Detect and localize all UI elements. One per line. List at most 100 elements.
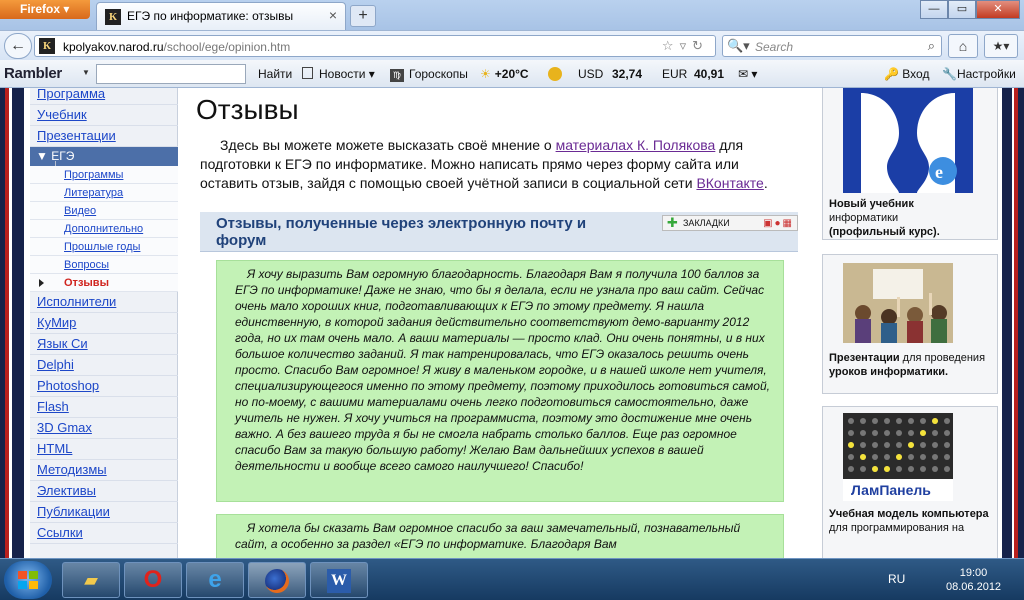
nav-item-flash[interactable]: Flash bbox=[30, 397, 178, 418]
window-close-button[interactable]: ✕ bbox=[976, 0, 1020, 19]
current-item-arrow-icon bbox=[39, 279, 44, 287]
url-bar[interactable]: К kpolyakov.narod.ru/school/ege/opinion.… bbox=[34, 35, 716, 57]
new-tab-button[interactable]: + bbox=[350, 5, 376, 27]
firefox-menu-button[interactable]: Firefox ▾ bbox=[0, 0, 90, 19]
rambler-search-input[interactable] bbox=[96, 64, 246, 84]
system-tray: RU 19:00 08.06.2012 bbox=[880, 559, 1024, 600]
nav-item-textbook[interactable]: Учебник bbox=[30, 105, 178, 126]
eur-label: EUR bbox=[662, 67, 688, 81]
lampanel-logo-image: ЛамПанель bbox=[843, 413, 953, 501]
nav-item-delphi[interactable]: Delphi bbox=[30, 355, 178, 376]
url-favicon-icon: К bbox=[39, 38, 55, 54]
main-column: Отзывы Здесь вы можете можете высказать … bbox=[186, 88, 814, 558]
folder-icon: ▰ bbox=[84, 570, 98, 590]
nav-item-html[interactable]: HTML bbox=[30, 439, 178, 460]
dropdown-arrow-icon[interactable]: ▿ bbox=[680, 38, 693, 53]
minimize-button[interactable]: — bbox=[920, 0, 948, 19]
intro-paragraph: Здесь вы можете можете высказать своё мн… bbox=[200, 137, 768, 191]
nav-item-photoshop[interactable]: Photoshop bbox=[30, 376, 178, 397]
taskbar-word-button[interactable]: W bbox=[310, 562, 368, 598]
taskbar-opera-button[interactable]: O bbox=[124, 562, 182, 598]
rambler-news-button[interactable]: Новости ▾ bbox=[302, 67, 375, 81]
classroom-photo-image bbox=[843, 263, 953, 343]
windows-logo-icon bbox=[18, 571, 38, 589]
review-card: Я хотела бы сказать Вам огромное спасибо… bbox=[216, 514, 784, 558]
right-column: e Новый учебник информатики (профильный ку… bbox=[822, 88, 998, 558]
card3-caption: Учебная модель компьютера для программир… bbox=[829, 508, 989, 534]
search-bar[interactable]: 🔍▾ Search ⌕ bbox=[722, 35, 942, 57]
bookmarks-menu-button[interactable]: ★▾ bbox=[984, 34, 1018, 58]
bookmarks-share-button[interactable]: ✚ ЗАКЛАДКИ ▣●▦ bbox=[662, 215, 798, 231]
wrench-icon: 🔧 bbox=[942, 67, 957, 81]
bookmark-star-icon[interactable]: ☆ bbox=[662, 38, 680, 53]
rambler-horoscopes-button[interactable]: ♍ Гороскопы bbox=[390, 67, 468, 82]
rambler-logo[interactable]: Rambler bbox=[4, 65, 62, 82]
nav-sub-reviews-current[interactable]: Отзывы bbox=[30, 274, 178, 292]
decorative-frame-left bbox=[0, 88, 24, 558]
title-bar: Firefox ▾ К ЕГЭ по информатике: отзывы ×… bbox=[0, 0, 1024, 30]
promo-card-lampanel[interactable]: ЛамПанель Учебная модель компьютера для … bbox=[822, 406, 998, 558]
navigation-bar: ← К kpolyakov.narod.ru/school/ege/opinio… bbox=[0, 30, 1024, 60]
taskbar-ie-button[interactable]: e bbox=[186, 562, 244, 598]
currency-icon bbox=[548, 67, 562, 84]
link-vkontakte[interactable]: ВКонтакте bbox=[696, 175, 763, 191]
page-content: Программа Учебник Презентации ▼ ЕГЭ Прог… bbox=[0, 88, 1024, 558]
opera-icon: O bbox=[143, 566, 163, 593]
home-button[interactable]: ⌂ bbox=[948, 34, 978, 58]
nav-sub-video[interactable]: Видео bbox=[30, 202, 178, 220]
search-go-icon[interactable]: ⌕ bbox=[928, 38, 935, 54]
nav-item-c-language[interactable]: Язык Си bbox=[30, 334, 178, 355]
nav-sub-questions[interactable]: Вопросы bbox=[30, 256, 178, 274]
nav-sub-literature[interactable]: Литература bbox=[30, 184, 178, 202]
svg-text:e: e bbox=[935, 162, 943, 182]
maximize-button[interactable]: ▭ bbox=[948, 0, 976, 19]
nav-item-3d-gmax[interactable]: 3D Gmax bbox=[30, 418, 178, 439]
nav-item-program[interactable]: Программа bbox=[30, 88, 178, 105]
section-title: Отзывы, полученные через электронную поч… bbox=[216, 215, 587, 249]
share-service-icons[interactable]: ▣●▦ bbox=[763, 217, 794, 231]
nav-item-presentations[interactable]: Презентации bbox=[30, 126, 178, 147]
nav-item-methodisms[interactable]: Методизмы bbox=[30, 460, 178, 481]
rambler-weather-button[interactable]: ☀ +20°C bbox=[480, 67, 529, 81]
nav-sub-past-years[interactable]: Прошлые годы bbox=[30, 238, 178, 256]
nav-sub-additional[interactable]: Дополнительно bbox=[30, 220, 178, 238]
clock[interactable]: 19:00 08.06.2012 bbox=[946, 566, 1001, 594]
back-button[interactable]: ← bbox=[4, 33, 32, 59]
decorative-frame-right bbox=[1002, 88, 1024, 558]
promo-card-textbook[interactable]: e Новый учебник информатики (профильный ку… bbox=[822, 88, 998, 240]
url-bar-icons: ☆▿↻ bbox=[662, 38, 709, 54]
internet-explorer-icon: e bbox=[208, 566, 222, 593]
nav-item-executors[interactable]: Исполнители bbox=[30, 292, 178, 313]
link-polyakov-materials[interactable]: материалах К. Полякова bbox=[556, 137, 716, 153]
search-engine-icon[interactable]: 🔍▾ bbox=[727, 38, 750, 54]
nav-item-kumir[interactable]: КуМир bbox=[30, 313, 178, 334]
window-controls: — ▭ ✕ bbox=[920, 0, 1020, 20]
rambler-settings-button[interactable]: 🔧Настройки bbox=[942, 67, 1016, 81]
rambler-find-button[interactable]: Найти bbox=[258, 67, 292, 81]
page-title: Отзывы bbox=[196, 94, 299, 125]
mail-icon: ✉ bbox=[738, 67, 749, 81]
textbook-cover-image: e bbox=[843, 88, 973, 193]
rambler-menu-arrow-icon[interactable]: ▼ bbox=[82, 68, 90, 77]
tab-close-icon[interactable]: × bbox=[329, 7, 337, 23]
windows-taskbar: ▰ O e W RU 19:00 08.06.2012 bbox=[0, 558, 1024, 600]
review-text: Я хотела бы сказать Вам огромное спасибо… bbox=[235, 521, 741, 551]
nav-item-electives[interactable]: Элективы bbox=[30, 481, 178, 502]
key-icon: 🔑 bbox=[884, 67, 899, 81]
rambler-mail-button[interactable]: ✉ ▾ bbox=[738, 67, 757, 81]
card1-caption: Новый учебник информатики (профильный курс… bbox=[829, 198, 940, 238]
promo-card-presentations[interactable]: Презентации для проведения уроков информ… bbox=[822, 254, 998, 394]
nav-item-links[interactable]: Ссылки bbox=[30, 523, 178, 544]
start-button[interactable] bbox=[4, 561, 52, 599]
horoscope-icon: ♍ bbox=[390, 69, 404, 82]
rambler-login-button[interactable]: 🔑 Вход bbox=[884, 67, 929, 81]
tab-active[interactable]: К ЕГЭ по информатике: отзывы × bbox=[96, 2, 346, 30]
nav-sub-programs[interactable]: Программы bbox=[30, 166, 178, 184]
reload-icon[interactable]: ↻ bbox=[692, 38, 709, 53]
taskbar-explorer-button[interactable]: ▰ bbox=[62, 562, 120, 598]
nav-item-publications[interactable]: Публикации bbox=[30, 502, 178, 523]
language-indicator[interactable]: RU bbox=[888, 572, 905, 586]
card2-caption: Презентации для проведения уроков информ… bbox=[829, 352, 986, 378]
taskbar-firefox-button[interactable] bbox=[248, 562, 306, 598]
rambler-toolbar: Rambler ▼ Найти Новости ▾ ♍ Гороскопы ☀ +2… bbox=[0, 60, 1024, 88]
